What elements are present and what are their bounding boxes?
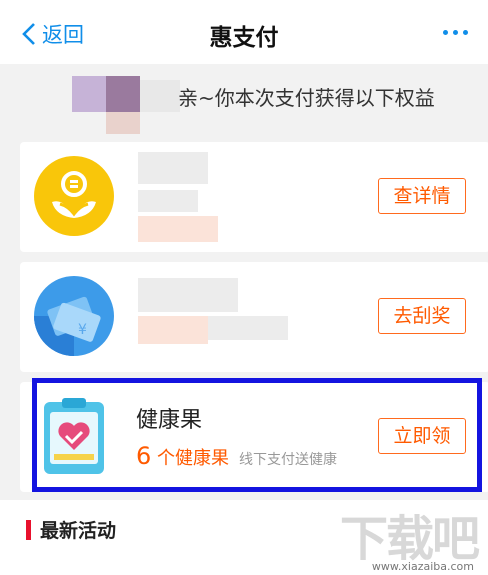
- latest-activities-section: 最新活动 下载吧 www.xiazaiba.com: [0, 500, 488, 575]
- section-title: 最新活动: [40, 520, 117, 542]
- section-marker: [26, 520, 31, 540]
- avatar: [72, 76, 140, 134]
- svg-text:¥: ¥: [78, 322, 87, 338]
- blurred-text: [208, 316, 288, 340]
- blurred-text: [138, 278, 238, 312]
- blurred-username: [140, 80, 180, 112]
- blurred-text: [138, 216, 218, 242]
- nav-bar: 返回 惠支付: [0, 0, 488, 64]
- highlight-box: [32, 378, 482, 492]
- benefit-card-scratch: ¥ 去刮奖: [20, 262, 488, 372]
- page-title: 惠支付: [209, 25, 279, 51]
- benefits-header: 亲~你本次支付获得以下权益: [0, 64, 488, 138]
- benefit-card-coin: 查详情: [20, 142, 488, 252]
- watermark-url: www.xiazaiba.com: [371, 560, 474, 573]
- gold-coin-icon: [32, 154, 116, 238]
- view-details-button[interactable]: 查详情: [378, 178, 466, 214]
- more-menu-icon[interactable]: [443, 30, 468, 35]
- benefits-subtitle: 亲~你本次支付获得以下权益: [178, 86, 435, 110]
- blurred-text: [138, 316, 208, 344]
- watermark-logo: 下载吧: [339, 511, 480, 567]
- scratch-card-icon: ¥: [32, 274, 116, 358]
- blurred-text: [138, 190, 198, 212]
- scratch-prize-button[interactable]: 去刮奖: [378, 298, 466, 334]
- blurred-text: [138, 152, 208, 184]
